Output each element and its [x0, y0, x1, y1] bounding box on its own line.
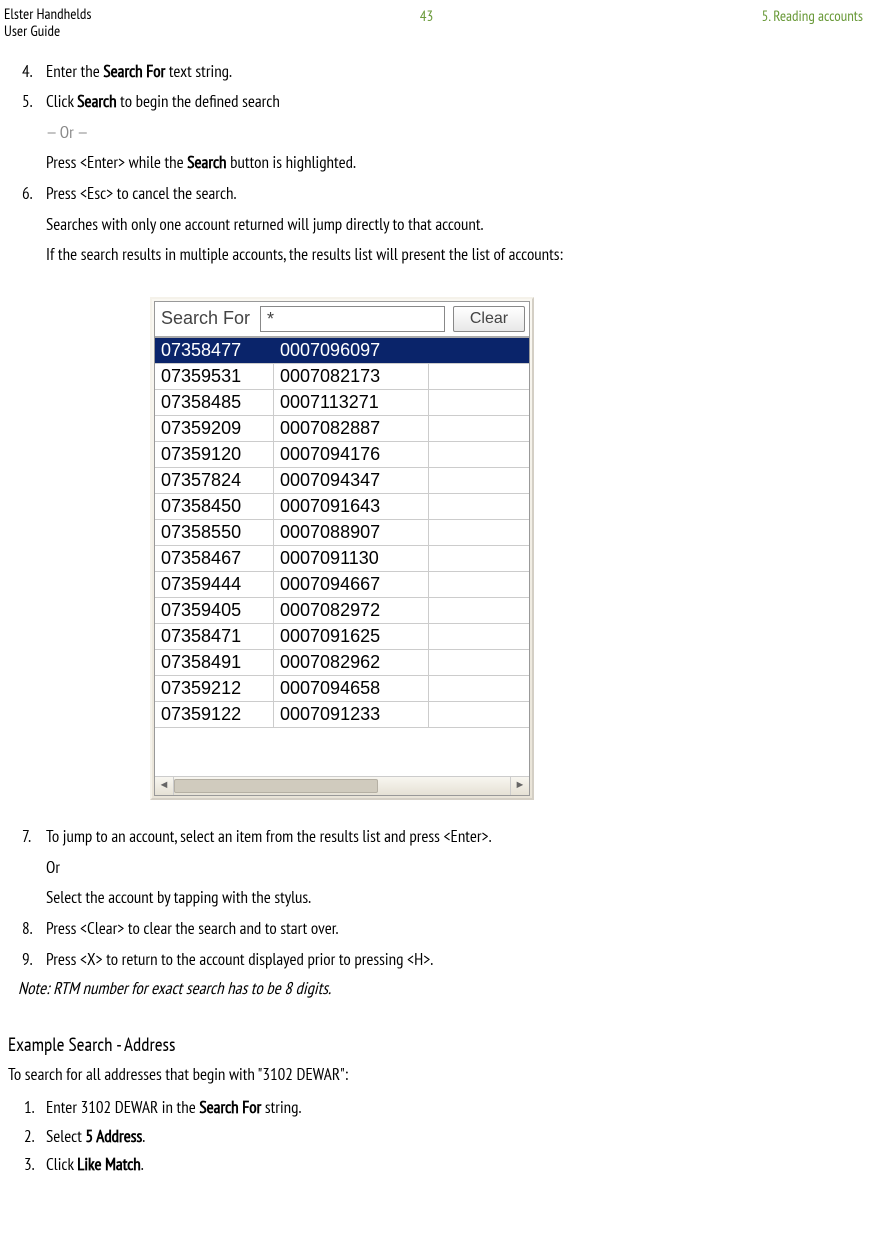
- result-col-3: [429, 494, 529, 519]
- result-col-2: 0007096097: [274, 338, 429, 363]
- search-bar: Search For * Clear: [155, 302, 529, 337]
- result-col-3: [429, 702, 529, 727]
- horizontal-scrollbar[interactable]: ◄ ►: [155, 776, 529, 795]
- result-col-2: 0007082887: [274, 416, 429, 441]
- search-results-screenshot: Search For * Clear 073584770007096097073…: [150, 297, 534, 800]
- result-col-1: 07358477: [155, 338, 274, 363]
- result-row[interactable]: 073584670007091130: [155, 546, 529, 572]
- result-col-3: [429, 546, 529, 571]
- example-step-2: Select 5 Address.: [46, 1124, 863, 1149]
- result-col-1: 07358485: [155, 390, 274, 415]
- result-row[interactable]: 073592090007082887: [155, 416, 529, 442]
- search-for-label: Search For: [155, 302, 256, 336]
- result-col-1: 07359122: [155, 702, 274, 727]
- result-row[interactable]: 073584910007082962: [155, 650, 529, 676]
- result-col-2: 0007094176: [274, 442, 429, 467]
- result-col-1: 07359405: [155, 598, 274, 623]
- result-row[interactable]: 073592120007094658: [155, 676, 529, 702]
- result-col-1: 07358450: [155, 494, 274, 519]
- result-col-3: [429, 598, 529, 623]
- result-col-1: 07359212: [155, 676, 274, 701]
- result-col-2: 0007091233: [274, 702, 429, 727]
- result-col-2: 0007091625: [274, 624, 429, 649]
- result-col-3: [429, 364, 529, 389]
- result-row[interactable]: 073578240007094347: [155, 468, 529, 494]
- header-left: Elster Handhelds User Guide: [4, 6, 91, 41]
- step-9: Press <X> to return to the account displ…: [46, 947, 833, 972]
- result-row[interactable]: 073591220007091233: [155, 702, 529, 728]
- scroll-right-icon[interactable]: ►: [510, 777, 529, 795]
- result-col-3: [429, 624, 529, 649]
- result-row[interactable]: 073594440007094667: [155, 572, 529, 598]
- search-input[interactable]: *: [260, 306, 445, 332]
- result-col-1: 07358471: [155, 624, 274, 649]
- instruction-list: Enter the Search For text string. Click …: [14, 59, 863, 267]
- step-6: Press <Esc> to cancel the search. Search…: [46, 181, 833, 267]
- result-row[interactable]: 073584770007096097: [155, 338, 529, 364]
- example-step-1: Enter 3102 DEWAR in the Search For strin…: [46, 1095, 863, 1120]
- instruction-list-cont: To jump to an account, select an item fr…: [14, 824, 863, 971]
- result-col-3: [429, 442, 529, 467]
- result-col-3: [429, 416, 529, 441]
- result-row[interactable]: 073584710007091625: [155, 624, 529, 650]
- result-col-2: 0007088907: [274, 520, 429, 545]
- result-col-2: 0007082962: [274, 650, 429, 675]
- step-8: Press <Clear> to clear the search and to…: [46, 916, 833, 941]
- example-steps: Enter 3102 DEWAR in the Search For strin…: [14, 1095, 863, 1177]
- document-page: Elster Handhelds User Guide 43 5. Readin…: [0, 0, 871, 1258]
- result-col-3: [429, 676, 529, 701]
- result-row[interactable]: 073591200007094176: [155, 442, 529, 468]
- results-list[interactable]: 0735847700070960970735953100070821730735…: [155, 337, 529, 776]
- note-text: Note: RTM number for exact search has to…: [18, 977, 853, 999]
- result-col-2: 0007082173: [274, 364, 429, 389]
- result-row[interactable]: 073584500007091643: [155, 494, 529, 520]
- step-5: Click Search to begin the defined search…: [46, 89, 833, 175]
- result-col-1: 07359120: [155, 442, 274, 467]
- clear-button[interactable]: Clear: [453, 306, 525, 332]
- result-col-2: 0007091643: [274, 494, 429, 519]
- result-row[interactable]: 073584850007113271: [155, 390, 529, 416]
- result-col-2: 0007091130: [274, 546, 429, 571]
- result-row-blank: [155, 728, 529, 776]
- result-col-3: [429, 520, 529, 545]
- result-col-2: 0007094347: [274, 468, 429, 493]
- result-col-1: 07359209: [155, 416, 274, 441]
- example-step-3: Click Like Match.: [46, 1152, 863, 1177]
- result-row[interactable]: 073585500007088907: [155, 520, 529, 546]
- result-col-1: 07358550: [155, 520, 274, 545]
- result-col-3: [429, 572, 529, 597]
- result-col-1: 07359444: [155, 572, 274, 597]
- result-col-3: [429, 338, 529, 363]
- page-number: 43: [420, 6, 434, 25]
- result-col-1: 07359531: [155, 364, 274, 389]
- page-header: Elster Handhelds User Guide 43 5. Readin…: [4, 6, 863, 41]
- result-col-2: 0007094658: [274, 676, 429, 701]
- step-4: Enter the Search For text string.: [46, 59, 833, 84]
- scroll-left-icon[interactable]: ◄: [155, 777, 174, 795]
- result-col-2: 0007094667: [274, 572, 429, 597]
- result-col-3: [429, 650, 529, 675]
- example-intro: To search for all addresses that begin w…: [8, 1063, 863, 1085]
- result-col-3: [429, 468, 529, 493]
- result-col-2: 0007113271: [274, 390, 429, 415]
- result-col-1: 07358467: [155, 546, 274, 571]
- scroll-thumb[interactable]: [174, 779, 378, 793]
- result-row[interactable]: 073594050007082972: [155, 598, 529, 624]
- result-col-1: 07357824: [155, 468, 274, 493]
- or-separator: — Or —: [46, 120, 833, 145]
- example-heading: Example Search - Address: [8, 1033, 863, 1057]
- result-row[interactable]: 073595310007082173: [155, 364, 529, 390]
- step-7: To jump to an account, select an item fr…: [46, 824, 833, 910]
- result-col-3: [429, 390, 529, 415]
- section-title: 5. Reading accounts: [762, 6, 863, 25]
- result-col-1: 07358491: [155, 650, 274, 675]
- result-col-2: 0007082972: [274, 598, 429, 623]
